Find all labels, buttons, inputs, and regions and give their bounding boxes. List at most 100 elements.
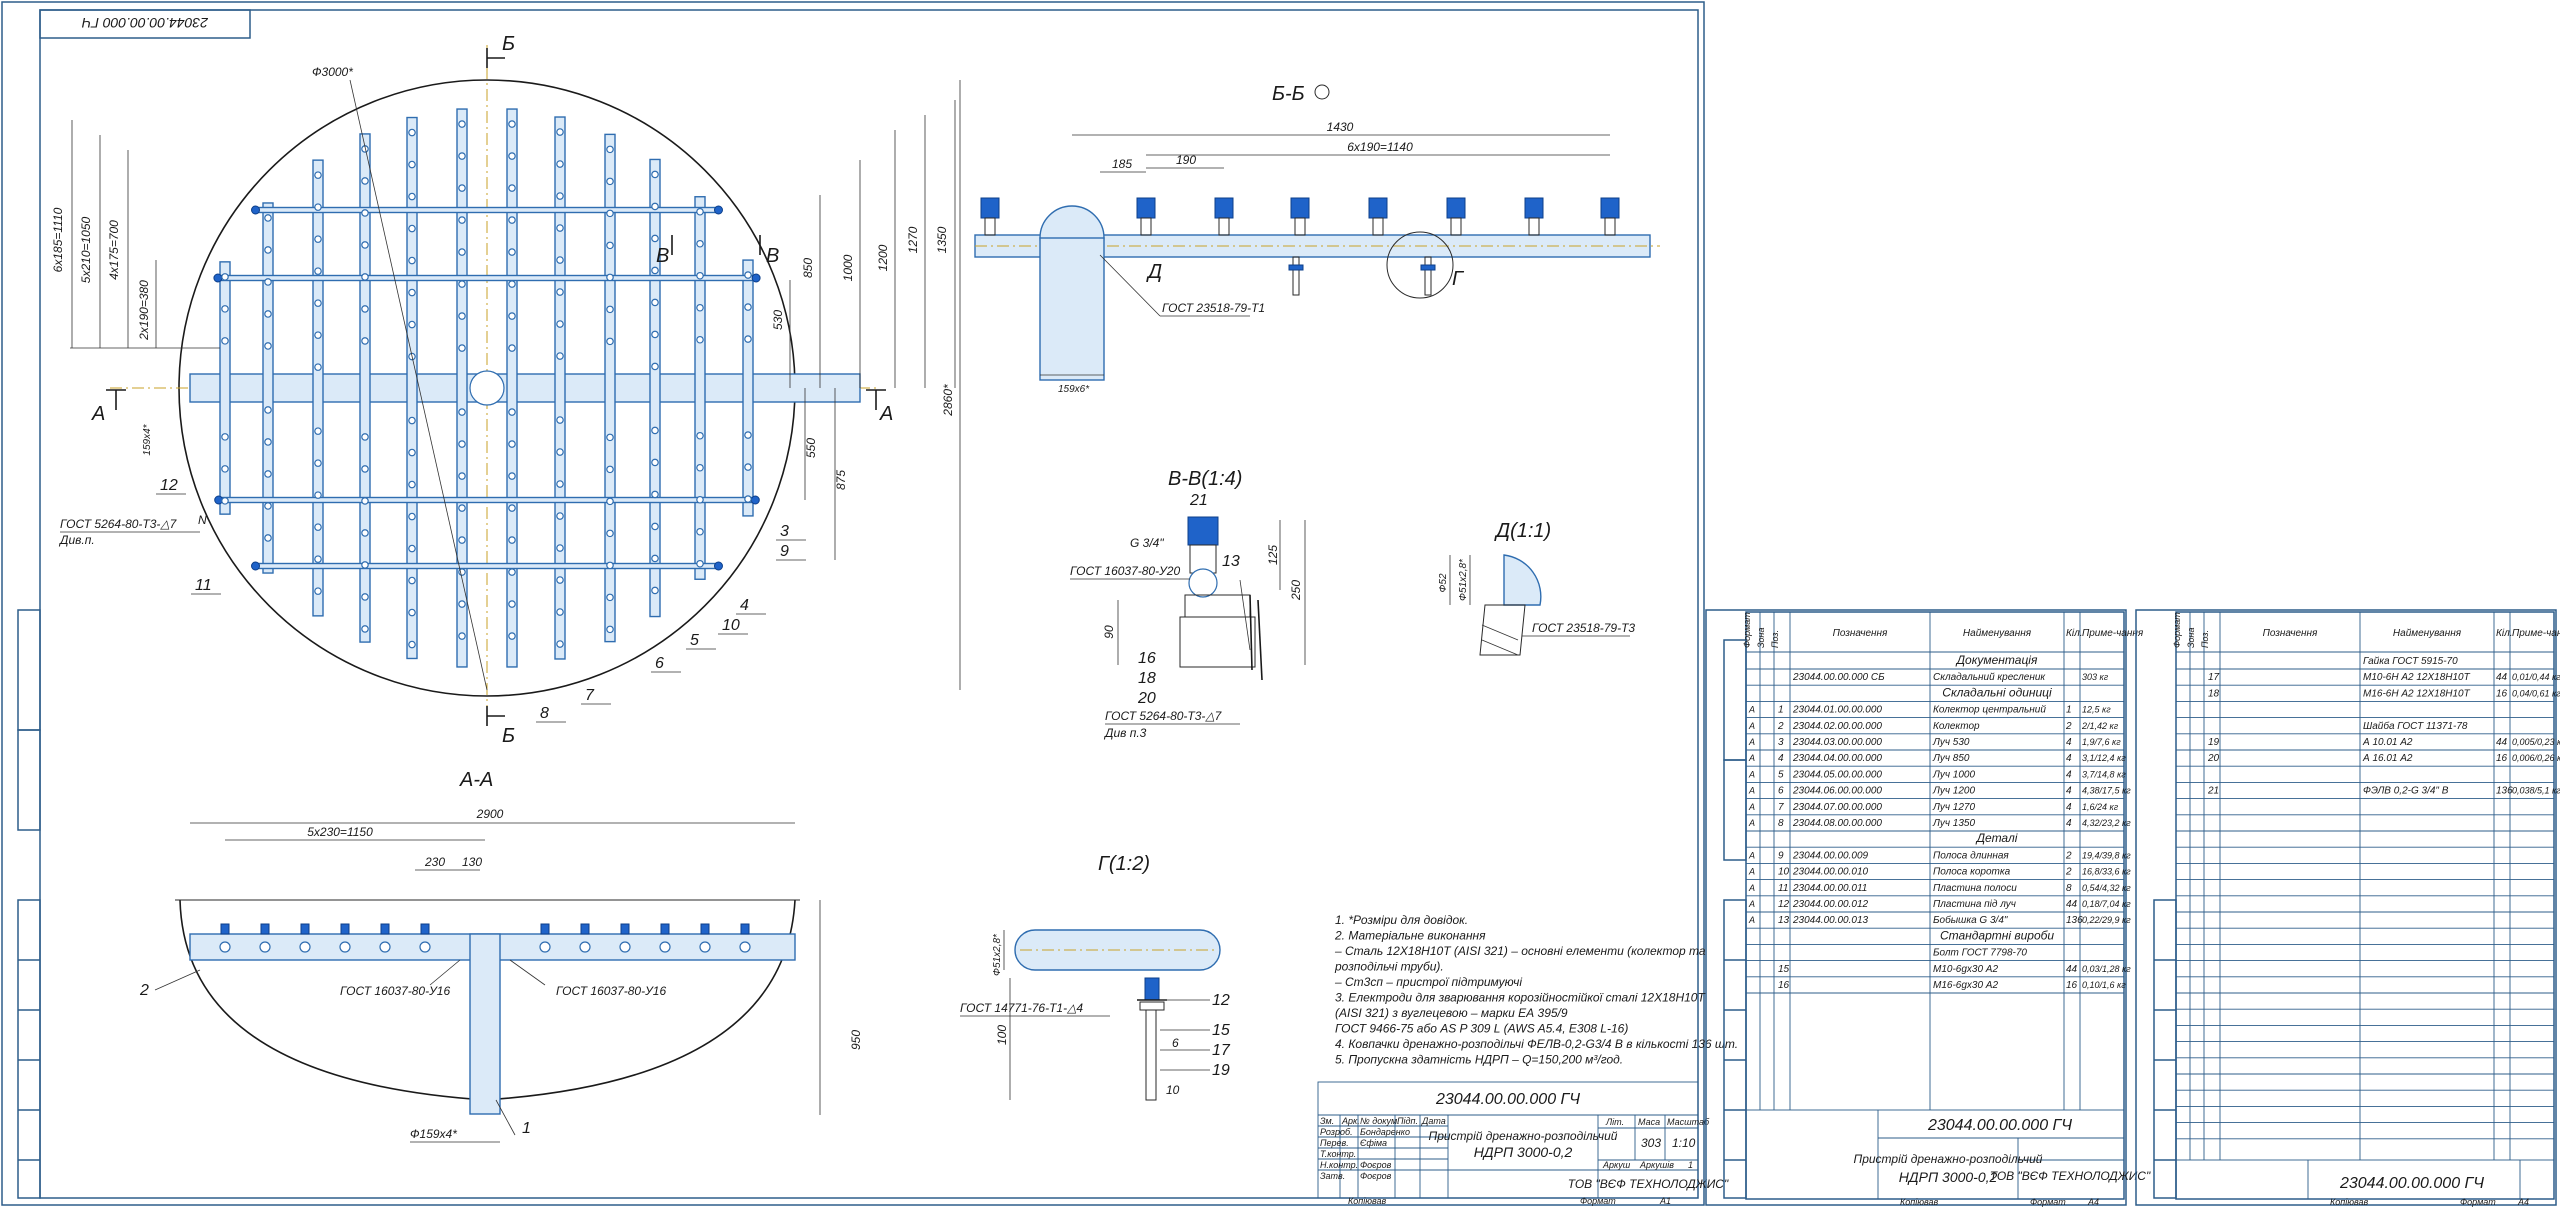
aa-nozzle — [660, 923, 670, 935]
spec2-cell: 20 — [2207, 753, 2220, 764]
nozzle-hole — [744, 271, 752, 279]
bb-nozzle-stem — [1140, 217, 1152, 236]
note-line: розподільчі труби). — [1334, 960, 1444, 974]
bb-nozzle-cap — [1524, 197, 1544, 219]
spec1-cell: 1 — [2066, 705, 2072, 716]
vv-thread: G 3/4" — [1130, 536, 1164, 550]
dim-diam: Ф3000* — [312, 65, 353, 79]
nozzle-hole — [221, 337, 229, 345]
tb-mass: 303 — [1641, 1136, 1661, 1150]
vv-balloon: 16 — [1138, 650, 1156, 667]
spec1-cell: 3,7/14,8 кг — [2082, 769, 2126, 779]
aa-hole — [699, 941, 711, 953]
nozzle-hole — [221, 465, 229, 473]
aa-title: А-А — [459, 769, 493, 791]
technical-notes: 1. *Розміри для довідок. 2. Матеріальне в… — [1334, 913, 1738, 1067]
bb-title: Б-Б — [1272, 83, 1305, 105]
nozzle-hole — [408, 128, 416, 137]
lateral-pipe — [219, 261, 231, 515]
nozzle-hole — [361, 593, 369, 601]
nozzle-hole — [696, 463, 704, 472]
note-line: – Ст3сп – пристрої підтримуючі — [1334, 975, 1522, 989]
tb-role: Затв. — [1320, 1171, 1345, 1181]
spec1-cell: 4,38/17,5 кг — [2082, 786, 2131, 796]
nozzle-hole — [264, 310, 272, 318]
spec1-cell: 1 — [1778, 705, 1784, 716]
vv-dim-h2: 250 — [1289, 580, 1303, 601]
spec1-cell: 9 — [1778, 850, 1784, 861]
spec1-cell: А — [1748, 915, 1755, 925]
nozzle-hole — [264, 534, 272, 542]
nozzle-hole — [314, 267, 322, 275]
nozzle-hole — [458, 600, 466, 608]
bb-nozzle-stem — [1528, 217, 1540, 236]
nozzle-hole — [408, 256, 416, 265]
nozzle-hole — [744, 335, 752, 343]
bb-nozzle-cap — [1368, 197, 1388, 219]
nozzle-hole — [651, 554, 659, 563]
label-b-bottom: Б — [502, 725, 515, 747]
aa-hole — [579, 941, 591, 953]
nozzle-hole — [408, 640, 416, 649]
bb-gost: ГОСТ 23518-79-Т1 — [1162, 301, 1265, 315]
nozzle-hole — [458, 536, 466, 544]
nozzle-hole — [264, 470, 272, 478]
aa-hole — [219, 941, 231, 953]
tb-person: Єфіма — [1360, 1138, 1387, 1148]
spec2-cell: Шайба ГОСТ 11371-78 — [2363, 720, 2468, 732]
nozzle-hole — [408, 576, 416, 585]
weld-note-main: Див.п. — [58, 533, 95, 547]
nozzle-hole — [314, 299, 322, 307]
tb-person: Бондаренко — [1360, 1127, 1410, 1137]
spec1-cell: 44 — [2066, 964, 2078, 975]
nozzle-hole — [314, 363, 322, 371]
strip-bolt — [713, 561, 723, 571]
spec1-cell: 0,10/1,6 кг — [2082, 980, 2126, 990]
spec1-cell: 44 — [2066, 899, 2078, 910]
nozzle-hole — [361, 465, 369, 473]
balloon-main: 8 — [540, 705, 549, 722]
nozzle-hole — [458, 216, 466, 224]
nozzle-hole — [696, 527, 704, 536]
g-balloons: 12 15 17 19 — [1160, 992, 1231, 1079]
spec1-cell: 0,54/4,32 кг — [2082, 883, 2131, 893]
aa-hole — [739, 941, 751, 953]
tb-mass-label: Маса — [1638, 1117, 1660, 1127]
label-v2: В — [766, 245, 779, 267]
spec2-header: Найменування — [2393, 628, 2462, 639]
note-line: 4. Ковпачки дренажно-розподільчі ФЕЛВ-0,… — [1335, 1037, 1738, 1051]
label-a-left: А — [91, 403, 105, 425]
d-dim-d1: Ф52 — [1438, 573, 1449, 593]
nozzle-hole — [458, 408, 466, 416]
nozzle-hole — [556, 352, 564, 360]
dim-h2: 1000 — [841, 254, 855, 281]
nozzle-hole — [458, 120, 466, 128]
tb-sheet: Аркуш — [1602, 1160, 1631, 1170]
spec1-cell: 23044.01.00.00.000 — [1792, 705, 1882, 716]
g-dim-w1: 6 — [1172, 1036, 1179, 1050]
tb-scale: 1:10 — [1672, 1136, 1696, 1150]
nozzle-hole — [606, 433, 614, 442]
aa-dim-total: 2900 — [476, 807, 504, 821]
tb-role: Розроб. — [1320, 1127, 1353, 1137]
spec1-cell: А — [1748, 769, 1755, 779]
spec1-section: Складальні одиниці — [1942, 685, 2052, 699]
nozzle-hole — [556, 480, 564, 488]
nozzle-hole — [508, 248, 516, 256]
bb-nozzle-cap — [1290, 197, 1310, 219]
spec1-cell: 13 — [1778, 915, 1790, 926]
nozzle-hole — [264, 246, 272, 254]
note-line: 2. Матеріальне виконання — [1334, 929, 1486, 943]
vv-balloon: 20 — [1137, 690, 1156, 707]
support-strip — [217, 496, 757, 504]
spec1-cell: А — [1748, 705, 1755, 715]
spec1-cell: 4 — [2066, 753, 2072, 764]
dim-h8: 550 — [804, 438, 818, 458]
nozzle-hole — [361, 337, 369, 345]
spec1-cell: А — [1748, 883, 1755, 893]
spec1-cell: Болт ГОСТ 7798-70 — [1933, 948, 2027, 959]
bb-nozzle-stem — [1218, 217, 1230, 236]
nozzle-hole — [556, 288, 564, 296]
stamp-code: 23044.00.00.000 ГЧ — [81, 15, 209, 31]
bb-nozzle-cap — [1214, 197, 1234, 219]
